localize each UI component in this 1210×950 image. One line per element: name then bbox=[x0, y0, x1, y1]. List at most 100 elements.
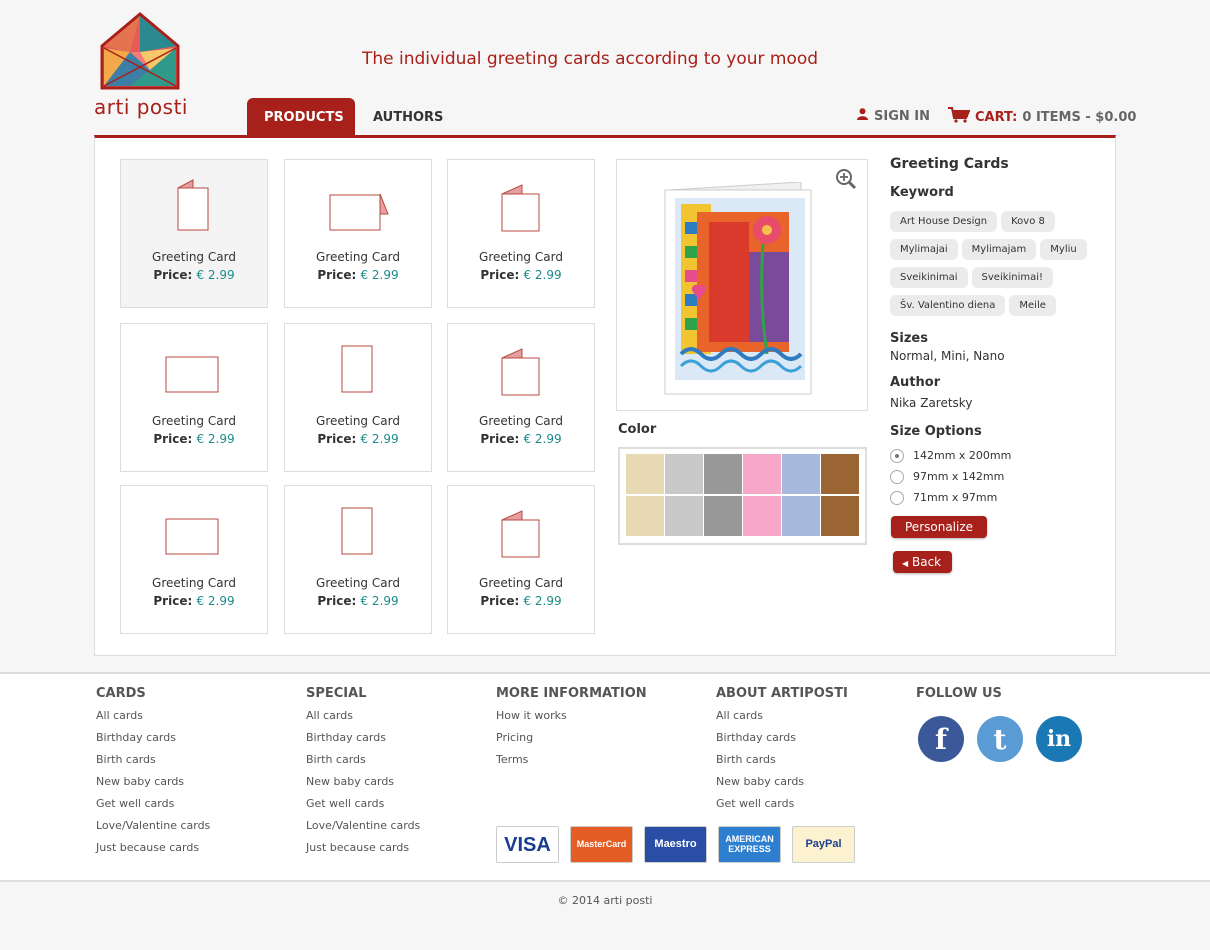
product-card[interactable]: Greeting Card Price: € 2.99 bbox=[120, 159, 268, 308]
footer-link[interactable]: Get well cards bbox=[306, 793, 420, 815]
footer-column: ABOUT ARTIPOSTI All cards Birthday cards Bi… bbox=[716, 686, 848, 815]
footer-link[interactable]: Love/Valentine cards bbox=[306, 815, 420, 837]
twitter-icon[interactable]: t bbox=[977, 716, 1023, 762]
footer-link[interactable]: Get well cards bbox=[716, 793, 848, 815]
keyword-list: Art House Design Kovo 8 Mylimajai Mylimajam… bbox=[890, 209, 1100, 321]
price-label: Price: bbox=[480, 268, 524, 282]
product-price: Price: € 2.99 bbox=[121, 432, 267, 446]
maestro-card: Maestro bbox=[644, 826, 707, 863]
size-option[interactable]: 97mm x 142mm bbox=[890, 466, 1110, 487]
personalize-button[interactable]: Personalize bbox=[891, 516, 988, 538]
product-price: Price: € 2.99 bbox=[285, 432, 431, 446]
card-shape-icon bbox=[285, 324, 431, 414]
footer-link[interactable]: Birth cards bbox=[96, 749, 210, 771]
footer-link[interactable]: All cards bbox=[96, 705, 210, 727]
size-radio[interactable] bbox=[890, 448, 904, 463]
author-heading: Author bbox=[890, 375, 941, 390]
footer-link[interactable]: Birthday cards bbox=[96, 727, 210, 749]
color-swatch[interactable] bbox=[782, 496, 820, 536]
size-option[interactable]: 71mm x 97mm bbox=[890, 487, 1110, 508]
footer-link[interactable]: Birth cards bbox=[306, 749, 420, 771]
product-card[interactable]: Greeting Card Price: € 2.99 bbox=[284, 323, 432, 472]
color-swatch[interactable] bbox=[821, 454, 859, 494]
footer-link[interactable]: Just because cards bbox=[306, 837, 420, 859]
product-card[interactable]: Greeting Card Price: € 2.99 bbox=[284, 159, 432, 308]
footer-link[interactable]: All cards bbox=[306, 705, 420, 727]
color-swatch[interactable] bbox=[665, 496, 703, 536]
footer-link[interactable]: How it works bbox=[496, 705, 647, 727]
size-radio[interactable] bbox=[890, 469, 904, 484]
footer-link[interactable]: Love/Valentine cards bbox=[96, 815, 210, 837]
footer-link[interactable]: New baby cards bbox=[306, 771, 420, 793]
footer-link[interactable]: Birthday cards bbox=[306, 727, 420, 749]
footer-link[interactable]: Get well cards bbox=[96, 793, 210, 815]
color-swatch[interactable] bbox=[704, 496, 742, 536]
footer-link[interactable]: New baby cards bbox=[716, 771, 848, 793]
facebook-icon[interactable]: f bbox=[918, 716, 964, 762]
color-swatch[interactable] bbox=[782, 454, 820, 494]
color-swatch[interactable] bbox=[665, 454, 703, 494]
cart-label: CART: bbox=[975, 109, 1018, 125]
keyword-tag[interactable]: Meile bbox=[1009, 295, 1056, 316]
size-option-label: 97mm x 142mm bbox=[913, 470, 1005, 483]
cart-link[interactable]: CART: 0 ITEMS - $0.00 bbox=[948, 107, 1136, 127]
logo-mark[interactable] bbox=[100, 12, 180, 90]
zoom-icon[interactable] bbox=[835, 168, 857, 194]
price-value: € 2.99 bbox=[360, 594, 399, 608]
color-swatch[interactable] bbox=[743, 454, 781, 494]
card-shape-icon bbox=[121, 486, 267, 576]
product-name: Greeting Card bbox=[152, 414, 236, 428]
product-name: Greeting Card bbox=[479, 576, 563, 590]
product-card[interactable]: Greeting Card Price: € 2.99 bbox=[447, 159, 595, 308]
product-details: Greeting Cards Keyword Art House Design K… bbox=[890, 156, 1110, 573]
color-swatches bbox=[618, 447, 867, 545]
product-card[interactable]: Greeting Card Price: € 2.99 bbox=[120, 323, 268, 472]
footer-link[interactable]: Birthday cards bbox=[716, 727, 848, 749]
color-swatch[interactable] bbox=[821, 496, 859, 536]
tab-products[interactable]: PRODUCTS bbox=[247, 98, 355, 135]
keyword-tag[interactable]: Art House Design bbox=[890, 211, 998, 232]
keyword-tag[interactable]: Šv. Valentino diena bbox=[890, 295, 1006, 316]
footer-link[interactable]: New baby cards bbox=[96, 771, 210, 793]
product-preview[interactable] bbox=[616, 159, 868, 411]
size-options-heading: Size Options bbox=[890, 424, 982, 439]
logo-text[interactable]: arti posti bbox=[94, 95, 188, 119]
tab-authors[interactable]: AUTHORS bbox=[356, 98, 456, 135]
footer-link[interactable]: Terms bbox=[496, 749, 647, 771]
product-card[interactable]: Greeting Card Price: € 2.99 bbox=[447, 323, 595, 472]
price-value: € 2.99 bbox=[523, 594, 562, 608]
keyword-tag[interactable]: Sveikinimai! bbox=[971, 267, 1054, 288]
product-card[interactable]: Greeting Card Price: € 2.99 bbox=[447, 485, 595, 634]
size-option[interactable]: 142mm x 200mm bbox=[890, 445, 1110, 466]
linkedin-icon[interactable]: in bbox=[1036, 716, 1082, 762]
keyword-tag[interactable]: Mylimajam bbox=[961, 239, 1037, 260]
keyword-heading: Keyword bbox=[890, 185, 954, 200]
back-button[interactable]: ◀ Back bbox=[893, 551, 953, 573]
sign-in-link[interactable]: SIGN IN bbox=[857, 108, 930, 124]
size-radio[interactable] bbox=[890, 490, 904, 505]
product-name: Greeting Card bbox=[152, 250, 236, 264]
color-swatch[interactable] bbox=[704, 454, 742, 494]
card-shape-icon bbox=[285, 486, 431, 576]
color-swatch[interactable] bbox=[626, 454, 664, 494]
keyword-tag[interactable]: Kovo 8 bbox=[1001, 211, 1055, 232]
author-value[interactable]: Nika Zaretsky bbox=[890, 396, 1110, 410]
product-card[interactable]: Greeting Card Price: € 2.99 bbox=[120, 485, 268, 634]
product-price: Price: € 2.99 bbox=[448, 268, 594, 282]
product-card[interactable]: Greeting Card Price: € 2.99 bbox=[284, 485, 432, 634]
card-shape-icon bbox=[448, 486, 594, 576]
footer-column-heading: ABOUT ARTIPOSTI bbox=[716, 686, 848, 701]
footer-link[interactable]: All cards bbox=[716, 705, 848, 727]
color-swatch[interactable] bbox=[626, 496, 664, 536]
price-value: € 2.99 bbox=[523, 432, 562, 446]
keyword-tag[interactable]: Myliu bbox=[1040, 239, 1087, 260]
product-price: Price: € 2.99 bbox=[285, 594, 431, 608]
keyword-tag[interactable]: Mylimajai bbox=[890, 239, 958, 260]
footer-link[interactable]: Just because cards bbox=[96, 837, 210, 859]
footer-link[interactable]: Pricing bbox=[496, 727, 647, 749]
footer-link[interactable]: Birth cards bbox=[716, 749, 848, 771]
price-label: Price: bbox=[480, 594, 524, 608]
cart-icon bbox=[948, 107, 971, 127]
keyword-tag[interactable]: Sveikinimai bbox=[890, 267, 968, 288]
color-swatch[interactable] bbox=[743, 496, 781, 536]
